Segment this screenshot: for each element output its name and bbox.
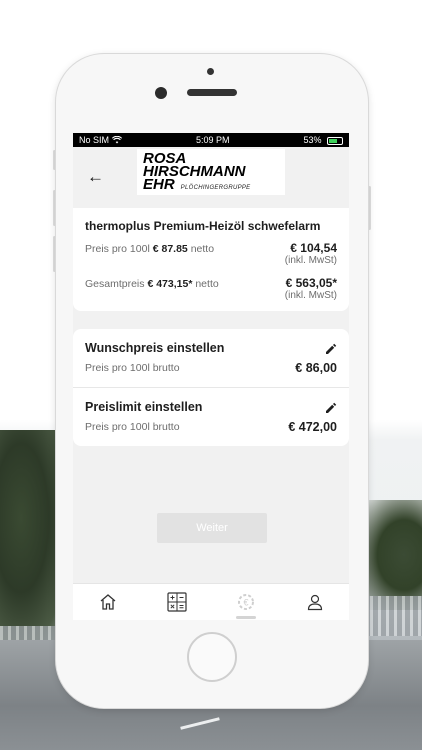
clock-text: 5:09 PM (195, 135, 230, 145)
price-per-100-gross-group: € 104,54 (inkl. MwSt) (285, 241, 337, 266)
active-tab-indicator (235, 616, 256, 619)
profile-icon (307, 594, 322, 611)
battery-status: 53% (303, 135, 343, 145)
tab-price-alarm[interactable]: € (231, 587, 261, 619)
phone-power-button (368, 186, 371, 230)
home-icon (100, 594, 115, 610)
price-per-100-gross: € 104,54 (290, 241, 337, 255)
wish-price-label: Preis pro 100l brutto (85, 362, 180, 374)
price-per-100-row: Preis pro 100l € 87.85 netto € 104,54 (i… (85, 241, 337, 266)
price-limit-section[interactable]: Preislimit einstellen Preis pro 100l bru… (73, 387, 349, 446)
carrier-text: No SIM (79, 135, 110, 145)
total-price-label-group: Gesamtpreis € 473,15* netto (85, 276, 219, 290)
price-per-100-label-group: Preis pro 100l € 87.85 netto (85, 241, 214, 255)
total-price-net: € 473,15* (147, 278, 193, 290)
price-limit-value: € 472,00 (288, 420, 337, 434)
battery-icon (326, 136, 343, 145)
euro-settings-icon: € (237, 594, 254, 610)
phone-frame: No SIM 5:09 PM 53% ← ROSA HIRSCHMANN EHR (56, 54, 368, 708)
product-title: thermoplus Premium-Heizöl schwefelarm (85, 219, 321, 233)
price-per-100-net: € 87.85 (152, 243, 188, 255)
background-trees-right (362, 500, 422, 610)
phone-home-button[interactable] (187, 632, 237, 682)
total-price-gross-group: € 563,05* (inkl. MwSt) (285, 276, 337, 301)
phone-speaker (187, 89, 237, 96)
wifi-icon (112, 136, 123, 144)
company-logo: ROSA HIRSCHMANN EHR PLÖCHINGERGRUPPE (137, 149, 285, 195)
back-arrow-icon[interactable]: ← (87, 167, 104, 187)
tab-calculator[interactable] (162, 587, 192, 617)
tab-home[interactable] (93, 587, 123, 617)
status-left: No SIM (79, 135, 123, 145)
continue-button[interactable]: Weiter (157, 513, 267, 543)
total-price-note: (inkl. MwSt) (284, 290, 337, 301)
tab-profile[interactable] (300, 587, 330, 617)
price-limit-label: Preis pro 100l brutto (85, 421, 180, 433)
price-limit-row: Preis pro 100l brutto € 472,00 (85, 420, 337, 434)
wish-price-row: Preis pro 100l brutto € 86,00 (85, 361, 337, 375)
app-header: ← ROSA HIRSCHMANN EHR PLÖCHINGERGRUPPE (73, 147, 349, 210)
price-per-100-suffix: netto (190, 243, 215, 255)
price-limit-title: Preislimit einstellen (85, 400, 203, 414)
phone-front-camera (155, 87, 167, 99)
battery-percent: 53% (303, 135, 322, 145)
price-settings-card: Wunschpreis einstellen Preis pro 100l br… (73, 329, 349, 446)
svg-text:€: € (243, 598, 248, 608)
tab-bar: € (73, 583, 349, 620)
wish-price-value: € 86,00 (295, 361, 337, 375)
logo-subtitle: PLÖCHINGERGRUPPE (180, 185, 251, 191)
background-guardrail-right (362, 596, 422, 636)
total-price-row: Gesamtpreis € 473,15* netto € 563,05* (i… (85, 276, 337, 301)
wish-price-section[interactable]: Wunschpreis einstellen Preis pro 100l br… (73, 329, 349, 387)
logo-line3: EHR (143, 176, 175, 193)
total-price-suffix: netto (195, 278, 219, 290)
app-screen: No SIM 5:09 PM 53% ← ROSA HIRSCHMANN EHR (73, 133, 349, 620)
calculator-icon (166, 592, 187, 612)
total-price-label: Gesamtpreis (85, 278, 145, 290)
price-per-100-label: Preis pro 100l (85, 243, 150, 255)
product-summary-card: thermoplus Premium-Heizöl schwefelarm Pr… (73, 208, 349, 311)
wish-price-title: Wunschpreis einstellen (85, 341, 225, 355)
status-bar: No SIM 5:09 PM 53% (73, 133, 349, 147)
edit-pencil-icon[interactable] (325, 402, 337, 414)
edit-pencil-icon[interactable] (325, 343, 337, 355)
total-price-gross: € 563,05* (285, 276, 337, 290)
price-per-100-note: (inkl. MwSt) (284, 255, 337, 266)
phone-sensor (207, 68, 214, 75)
